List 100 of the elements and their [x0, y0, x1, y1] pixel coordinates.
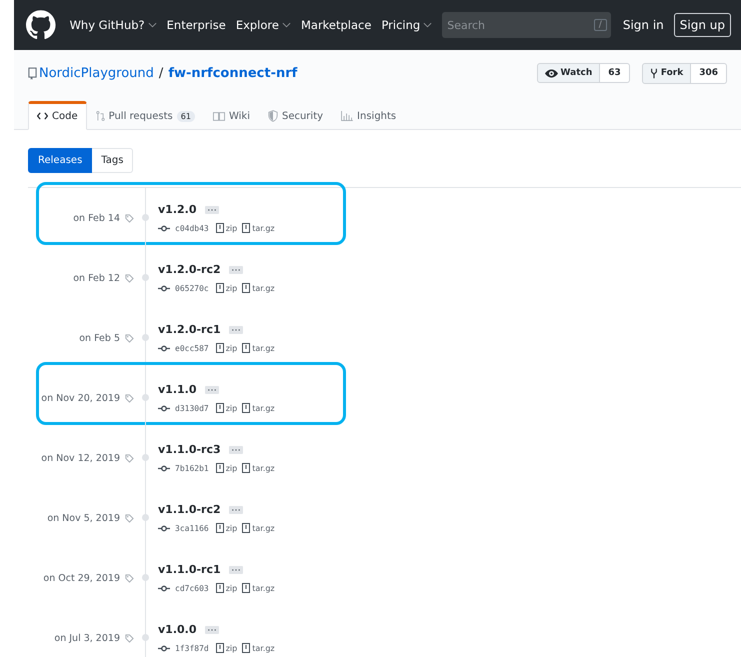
tar-download-link[interactable]: tar.gz [242, 283, 275, 293]
file-icon [216, 583, 224, 593]
tar-download-link[interactable]: tar.gz [242, 223, 275, 233]
file-icon [216, 463, 224, 473]
release-date: on Feb 5 [79, 332, 120, 344]
tag-icon [125, 214, 134, 222]
commit-icon [158, 344, 170, 352]
more-button[interactable] [204, 386, 218, 394]
zip-download-link[interactable]: zip [216, 643, 238, 653]
watch-count[interactable]: 63 [600, 63, 630, 83]
book-icon [212, 112, 225, 120]
file-icon [216, 343, 224, 353]
release-tag-link[interactable]: v1.2.0 [158, 203, 196, 216]
zip-download-link[interactable]: zip [216, 463, 238, 473]
more-button[interactable] [204, 626, 218, 634]
commit-link[interactable]: 1f3f87d [175, 644, 209, 652]
nav-link[interactable]: Marketplace [300, 18, 372, 32]
zip-download-link[interactable]: zip [216, 523, 238, 533]
tar-download-link[interactable]: tar.gz [242, 403, 275, 413]
zip-download-link[interactable]: zip [216, 283, 238, 293]
file-icon [242, 403, 250, 413]
segment-tab[interactable]: Releases [28, 148, 92, 173]
commit-icon [158, 224, 170, 232]
file-icon [242, 583, 250, 593]
tag-icon [125, 394, 134, 402]
nav-link[interactable]: Enterprise [166, 18, 226, 32]
zip-download-link[interactable]: zip [216, 343, 238, 353]
commit-icon [158, 644, 170, 652]
file-icon [242, 643, 250, 653]
commit-link[interactable]: e0cc587 [175, 344, 209, 352]
pull-request-count: 61 [176, 110, 195, 122]
commit-link[interactable]: d3130d7 [175, 404, 209, 412]
release-date: on Feb 14 [73, 212, 120, 224]
more-button[interactable] [228, 446, 243, 454]
owner-link[interactable]: NordicPlayground [39, 66, 154, 80]
commit-icon [158, 284, 170, 292]
repo-tab[interactable]: Security [258, 101, 332, 130]
file-icon [242, 343, 250, 353]
tar-download-link[interactable]: tar.gz [242, 583, 275, 593]
repo-tab[interactable]: Pull requests 61 [86, 101, 204, 130]
tar-download-link[interactable]: tar.gz [242, 643, 275, 653]
release-tag-link[interactable]: v1.0.0 [158, 623, 196, 636]
tar-download-link[interactable]: tar.gz [242, 343, 275, 353]
file-icon [216, 283, 224, 293]
chevron-down-icon [282, 22, 291, 28]
more-button[interactable] [228, 566, 243, 574]
nav-link[interactable]: Why GitHub? [70, 18, 157, 32]
more-button[interactable] [228, 506, 243, 514]
shortcut-key: / [594, 19, 607, 31]
chevron-down-icon [423, 22, 432, 28]
watch-button[interactable]: Watch [536, 63, 600, 83]
segment-tab[interactable]: Tags [92, 148, 134, 173]
file-icon [242, 463, 250, 473]
nav-link[interactable]: Explore [236, 18, 291, 32]
sign-in-link[interactable]: Sign in [622, 18, 664, 32]
release-date: on Nov 5, 2019 [47, 512, 120, 524]
commit-link[interactable]: cd7c603 [175, 584, 209, 592]
release-tag-link[interactable]: v1.2.0-rc2 [158, 263, 221, 276]
commit-icon [158, 524, 170, 532]
pull-request-icon [96, 110, 105, 122]
repo-name-link[interactable]: fw-nrfconnect-nrf [168, 66, 298, 80]
tag-icon [125, 334, 134, 342]
commit-link[interactable]: 3ca1166 [175, 524, 209, 532]
more-button[interactable] [228, 266, 243, 274]
more-button[interactable] [204, 206, 218, 214]
fork-count[interactable]: 306 [691, 62, 727, 84]
release-tag-link[interactable]: v1.1.0-rc1 [158, 563, 221, 576]
search-input[interactable]: Search [447, 18, 588, 32]
zip-download-link[interactable]: zip [216, 403, 238, 413]
release-tag-link[interactable]: v1.1.0-rc2 [158, 503, 221, 516]
commit-icon [158, 464, 170, 472]
repo-tab[interactable]: Code [28, 101, 87, 130]
commit-link[interactable]: c04db43 [175, 224, 209, 232]
release-tag-link[interactable]: v1.1.0-rc3 [158, 443, 221, 456]
shield-icon [268, 110, 278, 122]
file-icon [242, 223, 250, 233]
release-tag-link[interactable]: v1.1.0 [158, 383, 196, 396]
file-icon [242, 283, 250, 293]
file-icon [216, 523, 224, 533]
zip-download-link[interactable]: zip [216, 223, 238, 233]
zip-download-link[interactable]: zip [216, 583, 238, 593]
code-icon [37, 112, 48, 120]
tag-icon [125, 574, 134, 582]
tar-download-link[interactable]: tar.gz [242, 463, 275, 473]
release-date: on Nov 20, 2019 [41, 392, 120, 404]
sign-up-button[interactable]: Sign up [674, 13, 731, 37]
release-tag-link[interactable]: v1.2.0-rc1 [158, 323, 221, 336]
fork-button[interactable]: Fork [642, 62, 692, 84]
octocat-logo-icon[interactable] [26, 10, 56, 40]
repo-tab[interactable]: Insights [332, 101, 406, 130]
commit-link[interactable]: 7b162b1 [175, 464, 209, 472]
commit-link[interactable]: 065270c [175, 284, 209, 292]
repo-tab[interactable]: Wiki [204, 101, 259, 130]
file-icon [216, 643, 224, 653]
fork-icon [650, 68, 658, 78]
release-date: on Nov 12, 2019 [41, 452, 120, 464]
more-button[interactable] [228, 326, 243, 334]
path-separator: / [158, 66, 164, 80]
tar-download-link[interactable]: tar.gz [242, 523, 275, 533]
nav-link[interactable]: Pricing [381, 18, 432, 32]
